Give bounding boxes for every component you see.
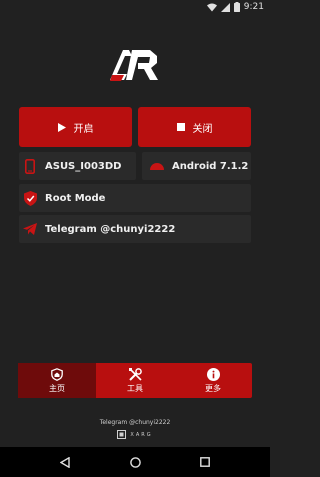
recents-button[interactable] (193, 450, 217, 474)
play-icon (57, 122, 66, 132)
telegram-card[interactable]: Telegram @chunyi2222 (19, 215, 251, 243)
root-status: Root Mode (45, 192, 106, 204)
home-icon (129, 456, 141, 468)
tools-icon (128, 367, 142, 381)
tab-more[interactable]: 更多 (174, 363, 252, 398)
phone-icon (25, 158, 35, 174)
tab-home-label: 主页 (49, 383, 65, 393)
telegram-info-row: Telegram @chunyi2222 (19, 215, 251, 243)
home-shield-icon (51, 367, 63, 381)
ar-logo (110, 50, 158, 81)
system-nav-bar (0, 447, 270, 477)
footer-brand: XARG (0, 430, 270, 439)
stop-icon (176, 123, 185, 131)
start-button[interactable]: 开启 (19, 107, 132, 147)
root-mode-card: Root Mode (19, 184, 251, 212)
signal-icon (220, 2, 230, 12)
tab-tools[interactable]: 工具 (96, 363, 174, 398)
action-buttons: 开启 关闭 (19, 107, 251, 147)
battery-icon (233, 2, 240, 12)
stop-button[interactable]: 关闭 (138, 107, 251, 147)
home-button[interactable] (123, 450, 147, 474)
brand-name: XARG (130, 431, 153, 438)
android-icon (150, 163, 164, 170)
back-button[interactable] (53, 450, 77, 474)
recents-icon (200, 457, 210, 467)
status-bar: 9:21 (0, 0, 270, 14)
device-model-card: ASUS_I003DD (19, 152, 136, 180)
back-icon (60, 456, 70, 468)
footer-telegram: Telegram @chunyi2222 (99, 419, 171, 426)
android-version: Android 7.1.2 (172, 160, 249, 172)
tab-home[interactable]: 主页 (18, 363, 96, 398)
bottom-tab-bar: 主页 工具 更多 (18, 363, 252, 398)
status-time: 9:21 (243, 2, 264, 12)
android-version-card: Android 7.1.2 (142, 152, 251, 180)
wifi-icon (206, 3, 217, 11)
shield-check-icon (23, 190, 37, 206)
start-label: 开启 (73, 123, 94, 135)
telegram-handle: Telegram @chunyi2222 (45, 223, 176, 235)
tab-more-label: 更多 (205, 383, 221, 393)
app-logo (0, 48, 270, 84)
send-icon (23, 223, 37, 235)
stop-label: 关闭 (192, 123, 213, 135)
device-info-row: ASUS_I003DD Android 7.1.2 (19, 152, 251, 180)
device-model: ASUS_I003DD (45, 160, 122, 172)
tab-tools-label: 工具 (127, 383, 143, 393)
brand-logo-icon (117, 430, 127, 439)
info-icon (206, 367, 220, 381)
root-info-row: Root Mode (19, 184, 251, 212)
